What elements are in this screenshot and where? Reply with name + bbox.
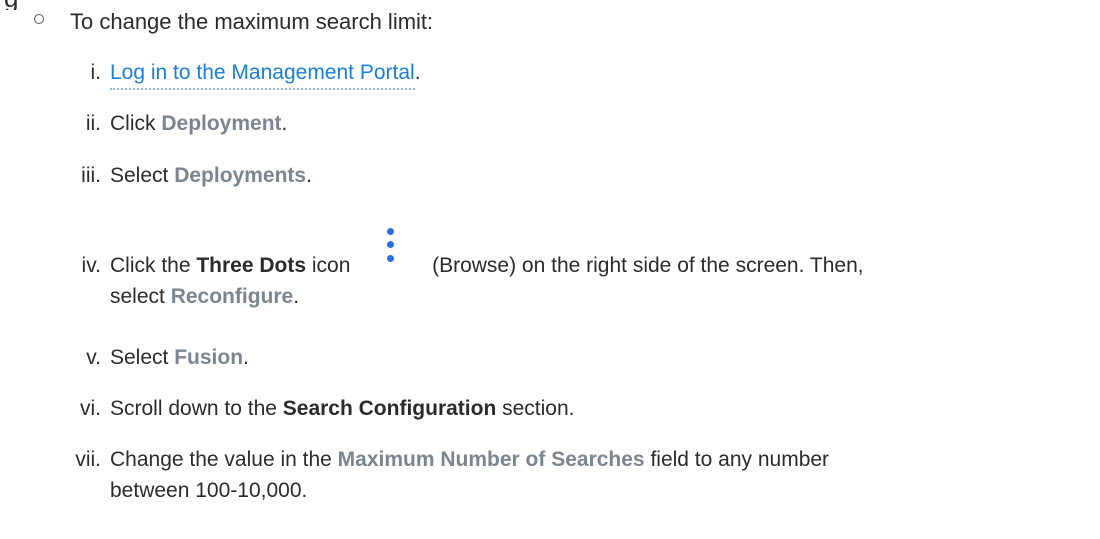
step-number: vi.: [80, 397, 101, 420]
step-7: vii. Change the value in the Maximum Num…: [0, 444, 1080, 506]
instruction-intro: To change the maximum search limit:: [0, 8, 433, 36]
step-number: i.: [90, 61, 102, 84]
ui-term-deployment: Deployment: [161, 112, 282, 135]
ui-term-reconfigure: Reconfigure: [170, 285, 294, 308]
ui-term-deployments: Deployments: [174, 164, 307, 187]
step-number: ii.: [85, 112, 101, 135]
intro-text: To change the maximum search limit:: [70, 9, 434, 34]
hollow-circle-bullet-icon: [34, 14, 44, 24]
step-5: v. Select Fusion.: [0, 342, 1080, 373]
management-portal-login-link[interactable]: Log in to the Management Portal: [110, 61, 415, 90]
ui-term-maximum-number-of-searches: Maximum Number of Searches: [337, 448, 645, 471]
term-search-configuration: Search Configuration: [282, 397, 497, 420]
step-4: iv. Click the Three Dots icon (Browse) o…: [0, 228, 1080, 312]
step-6: vi. Scroll down to the Search Configurat…: [0, 393, 1080, 424]
step-2: ii. Click Deployment.: [0, 108, 1080, 139]
step-number: iv.: [81, 254, 101, 277]
step-number: vii.: [75, 448, 101, 471]
step-3: iii. Select Deployments.: [0, 160, 1080, 191]
step-1: i. Log in to the Management Portal.: [0, 57, 1080, 90]
step-number: iii.: [81, 164, 101, 187]
step-number: v.: [86, 346, 101, 369]
term-three-dots: Three Dots: [196, 254, 307, 277]
ui-term-fusion: Fusion: [174, 346, 244, 369]
three-dots-vertical-icon: [356, 228, 426, 277]
